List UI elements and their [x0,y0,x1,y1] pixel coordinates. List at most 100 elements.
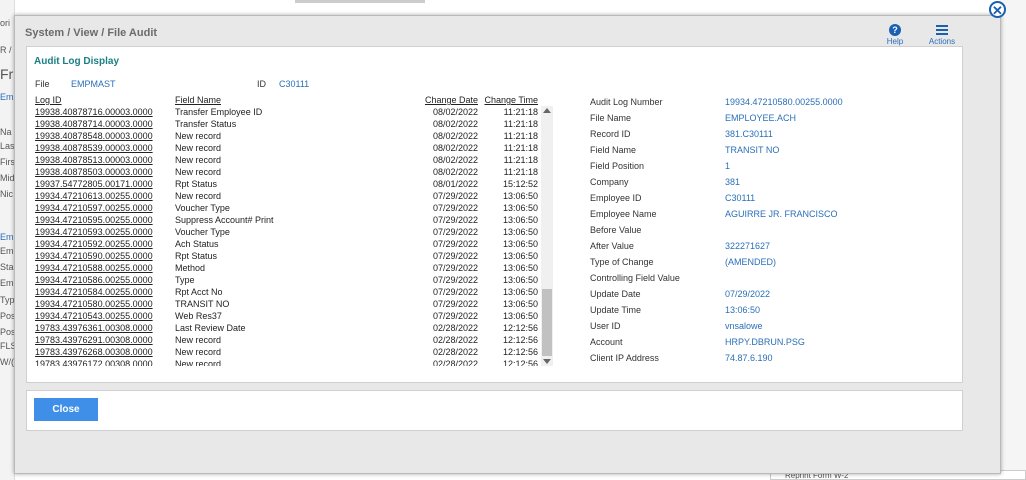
detail-value: AGUIRRE JR. FRANCISCO [725,209,838,219]
change-time-cell: 13:06:50 [502,239,538,249]
change-date-cell: 02/28/2022 [432,335,478,345]
table-row[interactable]: 19938.40878539.00003.0000 New record 08/02… [35,142,554,154]
header-field-name[interactable]: Field Name [175,94,415,106]
log-id-link[interactable]: 19783.43976172.00308.0000 [35,358,167,366]
field-name-cell: New record [175,335,222,345]
table-row[interactable]: 19937.54772805.00171.0000 Rpt Status 08/01… [35,178,554,190]
detail-label: Employee Name [590,209,657,219]
change-date-cell: 07/29/2022 [432,227,478,237]
background-fragment: ori [0,18,11,28]
table-row[interactable]: 19934.47210613.00255.0000 New record 07/29… [35,190,554,202]
table-row[interactable]: 19934.47210588.00255.0000 Method 07/29/202… [35,262,554,274]
field-name-cell: Voucher Type [175,227,230,237]
change-time-cell: 11:21:18 [503,131,538,141]
log-id-link[interactable]: 19934.47210543.00255.0000 [35,310,167,322]
table-row[interactable]: 19938.40878513.00003.0000 New record 08/02… [35,154,554,166]
field-name-cell: Type [175,275,195,285]
log-id-link[interactable]: 19934.47210595.00255.0000 [35,214,167,226]
table-row[interactable]: 19783.43976291.00308.0000 New record 02/28… [35,334,554,346]
table-row[interactable]: 19783.43976172.00308.0000 New record 02/28… [35,358,554,366]
scroll-up-arrow-icon[interactable] [543,108,551,113]
detail-row: Client IP Address 74.87.6.190 [590,350,950,366]
log-id-link[interactable]: 19938.40878716.00003.0000 [35,106,167,118]
log-id-link[interactable]: 19934.47210586.00255.0000 [35,274,167,286]
detail-row: Before Value [590,222,950,238]
scroll-thumb[interactable] [542,289,552,356]
actions-button[interactable]: Actions [926,24,958,46]
change-time-cell: 12:12:56 [502,335,538,345]
header-log-id[interactable]: Log ID [35,94,167,106]
header-change-time[interactable]: Change Time [482,94,538,106]
log-id-link[interactable]: 19934.47210592.00255.0000 [35,238,167,250]
detail-value: 381.C30111 [725,129,773,139]
log-id-link[interactable]: 19934.47210584.00255.0000 [35,286,167,298]
detail-label: Record ID [590,129,631,139]
background-fragment: Em [0,246,14,256]
detail-label: After Value [590,241,634,251]
log-id-link[interactable]: 19934.47210593.00255.0000 [35,226,167,238]
field-name-cell: Rpt Acct No [175,287,223,297]
background-fragment: Na [0,127,12,137]
help-button[interactable]: ? Help [883,24,907,46]
modal-title: System / View / File Audit [25,27,158,39]
log-id-link[interactable]: 19934.47210597.00255.0000 [35,202,167,214]
field-name-cell: Voucher Type [175,203,230,213]
table-row[interactable]: 19938.40878548.00003.0000 New record 08/02… [35,130,554,142]
table-row[interactable]: 19934.47210593.00255.0000 Voucher Type 07/… [35,226,554,238]
change-date-cell: 08/02/2022 [432,143,478,153]
log-id-link[interactable]: 19783.43976268.00308.0000 [35,346,167,358]
log-id-link[interactable]: 19934.47210590.00255.0000 [35,250,167,262]
log-id-link[interactable]: 19783.43976361.00308.0000 [35,322,167,334]
table-row[interactable]: 19783.43976268.00308.0000 New record 02/28… [35,346,554,358]
table-row[interactable]: 19934.47210595.00255.0000 Suppress Accoun… [35,214,554,226]
change-date-cell: 08/02/2022 [432,107,478,117]
field-name-cell: New record [175,143,222,153]
log-id-link[interactable]: 19938.40878714.00003.0000 [35,118,167,130]
scroll-down-arrow-icon[interactable] [543,359,551,364]
change-time-cell: 12:12:56 [502,359,538,366]
table-row[interactable]: 19934.47210592.00255.0000 Ach Status 07/29… [35,238,554,250]
table-row[interactable]: 19934.47210586.00255.0000 Type 07/29/2022 1… [35,274,554,286]
table-row[interactable]: 19934.47210580.00255.0000 TRANSIT NO 07/29… [35,298,554,310]
log-id-link[interactable]: 19934.47210613.00255.0000 [35,190,167,202]
field-name-cell: Rpt Status [175,251,218,261]
close-button[interactable]: Close [34,398,98,421]
table-row[interactable]: 19938.40878716.00003.0000 Transfer Employ… [35,106,554,118]
change-time-cell: 13:06:50 [502,299,538,309]
close-modal-icon[interactable]: ✕ [989,1,1006,18]
detail-label: Audit Log Number [590,97,663,107]
table-row[interactable]: 19783.43976361.00308.0000 Last Review Dat… [35,322,554,334]
field-name-cell: Transfer Employee ID [175,107,263,117]
detail-label: Update Time [590,305,642,315]
table-row[interactable]: 19934.47210590.00255.0000 Rpt Status 07/29… [35,250,554,262]
field-name-cell: Transfer Status [175,119,237,129]
log-id-link[interactable]: 19938.40878539.00003.0000 [35,142,167,154]
table-row[interactable]: 19934.47210584.00255.0000 Rpt Acct No 07/2… [35,286,554,298]
table-row[interactable]: 19934.47210543.00255.0000 Web Res37 07/29/… [35,310,554,322]
modal-footer: Close [26,390,963,431]
change-time-cell: 13:06:50 [502,227,538,237]
change-time-cell: 12:12:56 [502,347,538,357]
detail-row: Update Date 07/29/2022 [590,286,950,302]
table-row[interactable]: 19934.47210597.00255.0000 Voucher Type 07/… [35,202,554,214]
log-id-link[interactable]: 19938.40878513.00003.0000 [35,154,167,166]
header-change-date[interactable]: Change Date [420,94,478,106]
change-time-cell: 13:06:50 [502,263,538,273]
id-label: ID [257,79,266,89]
log-id-link[interactable]: 19937.54772805.00171.0000 [35,178,167,190]
change-date-cell: 08/02/2022 [432,167,478,177]
log-id-link[interactable]: 19938.40878503.00003.0000 [35,166,167,178]
field-name-cell: New record [175,167,222,177]
table-row[interactable]: 19938.40878503.00003.0000 New record 08/02… [35,166,554,178]
table-row[interactable]: 19938.40878714.00003.0000 Transfer Status… [35,118,554,130]
background-fragment: Em [0,92,14,102]
change-date-cell: 07/29/2022 [432,215,478,225]
log-id-link[interactable]: 19934.47210588.00255.0000 [35,262,167,274]
change-date-cell: 07/29/2022 [432,287,478,297]
change-time-cell: 11:21:18 [503,107,538,117]
log-id-link[interactable]: 19783.43976291.00308.0000 [35,334,167,346]
log-id-link[interactable]: 19934.47210580.00255.0000 [35,298,167,310]
log-id-link[interactable]: 19938.40878548.00003.0000 [35,130,167,142]
detail-value: 322271627 [725,241,771,251]
grid-scrollbar[interactable] [541,106,553,366]
